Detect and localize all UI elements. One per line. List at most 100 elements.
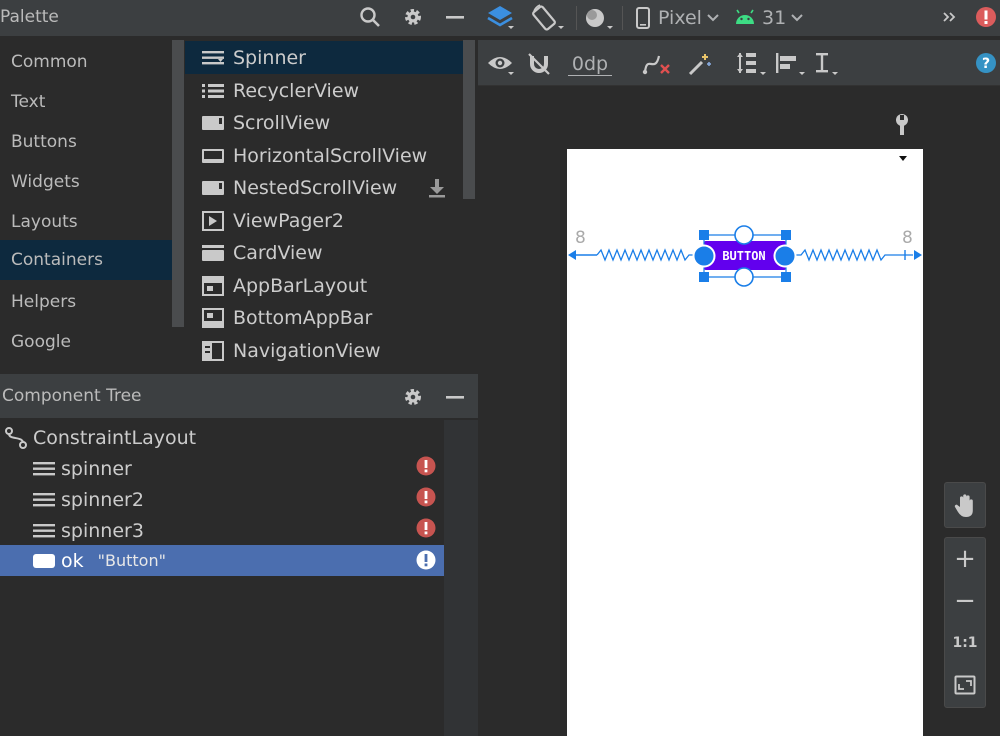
category-text[interactable]: Text	[0, 82, 172, 122]
orientation-icon[interactable]	[530, 3, 566, 33]
warning-icon[interactable]	[416, 456, 436, 476]
constraint-layout-icon	[5, 426, 27, 449]
toolbar-separator	[622, 6, 623, 30]
component-tree-title: Component Tree	[2, 386, 142, 406]
category-helpers[interactable]: Helpers	[0, 282, 172, 322]
eye-icon[interactable]	[486, 50, 518, 78]
zoom-out-button[interactable]: −	[945, 580, 985, 622]
default-margin-selector[interactable]: 0dp	[562, 50, 618, 78]
align-icon[interactable]	[773, 50, 807, 78]
category-common[interactable]: Common	[0, 42, 172, 82]
left-margin-label: 8	[575, 228, 586, 248]
palette-item-label: Spinner	[233, 46, 306, 69]
spinner-icon	[33, 520, 55, 542]
spinner-icon	[202, 47, 224, 69]
palette-item-label: ScrollView	[233, 111, 331, 134]
appbar-icon	[202, 275, 224, 297]
android-icon	[734, 9, 756, 27]
dropdown-arrow-icon	[898, 155, 908, 163]
pack-icon[interactable]	[734, 50, 768, 78]
palette-item-label: BottomAppBar	[233, 306, 373, 329]
palette-item-label: NestedScrollView	[233, 176, 398, 199]
magic-wand-icon[interactable]	[686, 50, 714, 78]
theme-icon[interactable]	[581, 4, 617, 32]
clear-constraints-icon[interactable]	[641, 50, 673, 78]
pan-tool	[944, 482, 986, 528]
download-icon[interactable]	[426, 177, 448, 199]
palette-item-horizontalscrollview[interactable]: HorizontalScrollView	[185, 139, 463, 172]
help-icon[interactable]: ?	[975, 52, 997, 74]
tree-node-spinner3[interactable]: spinner3	[0, 515, 444, 546]
tree-node-label: ConstraintLayout	[33, 426, 197, 449]
category-buttons[interactable]: Buttons	[0, 122, 172, 162]
palette-item-recyclerview[interactable]: RecyclerView	[185, 74, 463, 107]
viewpager-icon	[202, 210, 224, 232]
category-containers[interactable]: Containers	[0, 240, 172, 280]
minimize-icon[interactable]	[443, 385, 467, 409]
category-widgets[interactable]: Widgets	[0, 162, 172, 202]
tree-right-strip	[444, 420, 478, 736]
tree-node-label: spinner2	[61, 488, 144, 511]
warning-icon[interactable]	[416, 487, 436, 507]
zoom-actual-size-button[interactable]: 1:1	[945, 622, 985, 664]
magnet-off-icon[interactable]	[525, 50, 553, 78]
tree-node-spinner[interactable]: spinner	[0, 453, 444, 484]
palette-item-nestedscrollview[interactable]: NestedScrollView	[185, 171, 463, 204]
minimize-icon[interactable]	[443, 5, 467, 29]
gear-icon[interactable]	[401, 385, 425, 409]
overflow-icon[interactable]	[938, 6, 960, 28]
category-layouts[interactable]: Layouts	[0, 202, 172, 242]
hand-icon[interactable]	[945, 485, 985, 527]
chevron-down-icon	[706, 13, 720, 23]
palette-item-spinner[interactable]: Spinner	[185, 41, 463, 74]
warning-icon[interactable]	[416, 518, 436, 538]
layers-icon[interactable]	[486, 4, 516, 32]
error-icon[interactable]	[975, 6, 997, 28]
cardview-icon	[202, 242, 224, 264]
api-level-selector[interactable]: 31	[734, 4, 806, 32]
tree-node-constraintlayout[interactable]: ConstraintLayout	[0, 422, 444, 453]
palette-title: Palette	[0, 7, 59, 27]
palette-items: Spinner RecyclerView ScrollView Horizont…	[185, 40, 475, 364]
tree-node-spinner2[interactable]: spinner2	[0, 484, 444, 515]
zoom-controls: + − 1:1	[944, 537, 986, 708]
spinner-icon	[33, 458, 55, 480]
device-name: Pixel	[658, 7, 702, 29]
scrollview-icon	[202, 177, 224, 199]
palette-item-appbarlayout[interactable]: AppBarLayout	[185, 269, 463, 302]
chevron-down-icon	[790, 13, 804, 23]
palette-item-label: RecyclerView	[233, 79, 360, 102]
spinner-icon	[33, 489, 55, 511]
bottom-appbar-icon	[202, 307, 224, 329]
palette-item-viewpager2[interactable]: ViewPager2	[185, 204, 463, 237]
tree-node-ok[interactable]: ok "Button"	[0, 545, 444, 576]
search-icon[interactable]	[358, 5, 382, 29]
zoom-in-button[interactable]: +	[945, 538, 985, 580]
palette-item-cardview[interactable]: CardView	[185, 236, 463, 269]
palette-item-bottomappbar[interactable]: BottomAppBar	[185, 301, 463, 334]
tree-node-text: "Button"	[97, 551, 166, 570]
items-scrollbar[interactable]	[463, 40, 475, 199]
tree-node-label: spinner3	[61, 519, 144, 542]
gear-icon[interactable]	[401, 5, 425, 29]
horizontal-scroll-icon	[202, 145, 224, 167]
wrench-icon[interactable]	[890, 113, 914, 137]
svg-text:?: ?	[982, 56, 990, 72]
warning-icon[interactable]	[416, 550, 436, 570]
api-level: 31	[762, 7, 787, 29]
zoom-to-fit-icon[interactable]	[945, 664, 985, 706]
scrollview-icon	[202, 112, 224, 134]
guidelines-icon[interactable]	[812, 50, 842, 78]
right-margin-label: 8	[902, 228, 913, 248]
category-google[interactable]: Google	[0, 322, 172, 362]
palette-item-label: NavigationView	[233, 339, 381, 362]
phone-icon	[634, 7, 652, 29]
categories-scrollbar[interactable]	[172, 40, 184, 327]
device-selector[interactable]: Pixel	[634, 4, 726, 32]
palette-item-label: AppBarLayout	[233, 274, 368, 297]
palette-item-navigationview[interactable]: NavigationView	[185, 334, 463, 367]
palette-categories: Common Text Buttons Widgets Layouts Cont…	[0, 40, 185, 364]
button-widget-label: BUTTON	[722, 249, 766, 263]
tree-node-label: ok	[61, 549, 84, 572]
palette-item-scrollview[interactable]: ScrollView	[185, 106, 463, 139]
